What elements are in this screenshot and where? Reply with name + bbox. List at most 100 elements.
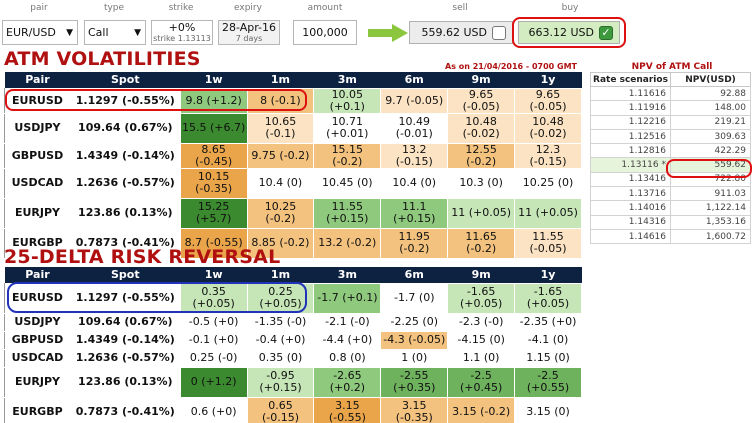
buy-label: buy	[561, 3, 579, 13]
npv-row: 1.12816 422.29	[590, 143, 751, 159]
npv-rate-cell: 1.14616	[590, 228, 671, 245]
npv-rate-cell: 1.13416	[590, 171, 671, 188]
table-row: EURGBP 0.7873 (-0.41%) 0.6 (+0) 0.65 (-0.15…	[4, 396, 582, 423]
value-cell: -0.4 (+0)	[246, 330, 315, 350]
value-cell: 11.55 (-0.05)	[514, 227, 582, 259]
expiry-value: 28-Apr-16	[221, 20, 277, 34]
npv-value-cell: 1,122.14	[670, 200, 751, 216]
value-cell: 13.2 (-0.2)	[313, 227, 382, 259]
atm-header-6m: 6m	[380, 72, 448, 88]
rr-header-1w: 1w	[180, 267, 248, 283]
strike-value: +0%	[168, 20, 196, 34]
atm-header-1w: 1w	[180, 72, 248, 88]
table-row: EURJPY 123.86 (0.13%) 0 (+1.2) -0.95 (+0.15…	[4, 366, 582, 398]
value-cell: 0.65 (-0.15)	[246, 396, 315, 423]
value-cell: 3.15 (0)	[514, 396, 582, 423]
sell-label: sell	[452, 3, 468, 13]
rr-header-6m: 6m	[380, 267, 448, 283]
value-cell: -0.5 (+0)	[179, 312, 248, 332]
atm-header-1y: 1y	[514, 72, 582, 88]
rr-header-spot: Spot	[70, 267, 181, 283]
value-cell: -4.15 (0)	[447, 330, 516, 350]
npv-row: 1.14016 1,122.14	[590, 200, 751, 216]
expiry-field[interactable]: 28-Apr-16 7 days	[218, 20, 280, 45]
amount-label: amount	[307, 3, 343, 13]
npv-title: NPV of ATM Call	[631, 62, 713, 72]
npv-value-cell: 1,600.72	[670, 228, 751, 245]
value-cell: 0.8 (0)	[313, 348, 382, 368]
npv-row: 1.12516 309.63	[590, 128, 751, 145]
npv-header-rate: Rate scenarios	[590, 72, 671, 87]
sell-price-box[interactable]: 559.62 USD	[409, 21, 513, 44]
npv-value-cell: 911.03	[670, 186, 751, 202]
npv-value-cell: 219.21	[670, 114, 751, 130]
npv-row: 1.14316 1,353.16	[590, 214, 751, 230]
pair-cell: USDJPY	[4, 112, 71, 144]
value-cell: 10.4 (0)	[246, 167, 315, 199]
value-cell: -4.1 (0)	[514, 330, 582, 350]
value-cell: 13.2 (-0.15)	[380, 142, 449, 169]
npv-rate-cell: 1.14316	[590, 214, 671, 230]
npv-value-cell: 422.29	[670, 143, 751, 159]
npv-row: 1.14616 1,600.72	[590, 228, 751, 245]
rr-header-1m: 1m	[247, 267, 314, 283]
value-cell: -2.5 (+0.45)	[447, 366, 516, 398]
atm-header-3m: 3m	[313, 72, 381, 88]
spot-cell: 109.64 (0.67%)	[69, 112, 181, 144]
value-cell: 1 (0)	[380, 348, 449, 368]
npv-rate-cell: 1.14016	[590, 200, 671, 216]
spot-cell: 109.64 (0.67%)	[69, 312, 181, 332]
npv-value-cell: 92.88	[670, 85, 751, 102]
npv-header-value: NPV(USD)	[670, 72, 751, 87]
sell-checkbox[interactable]	[492, 25, 506, 40]
amount-input[interactable]: 100,000	[293, 20, 357, 45]
npv-rate-cell: 1.11916	[590, 100, 671, 116]
value-cell: 15.5 (+6.7)	[179, 112, 248, 144]
eurusd-rr-highlight-oval	[7, 282, 307, 313]
value-cell: 9.7 (-0.05)	[380, 87, 449, 114]
rr-header-3m: 3m	[313, 267, 381, 283]
strike-sub: strike 1.13113	[153, 33, 211, 43]
value-cell: -2.5 (+0.55)	[514, 366, 582, 398]
sell-price: 559.62 USD	[421, 26, 488, 39]
spot-cell: 1.2636 (-0.57%)	[69, 348, 181, 368]
expiry-sub: 7 days	[235, 33, 263, 43]
npv-row: 1.11916 148.00	[590, 100, 751, 116]
value-cell: -2.3 (-0)	[447, 312, 516, 332]
pair-cell: EURGBP	[4, 396, 71, 423]
table-row: GBPUSD 1.4349 (-0.14%) -0.1 (+0) -0.4 (+0) -…	[4, 330, 582, 350]
value-cell: 9.75 (-0.2)	[246, 142, 315, 169]
value-cell: 11 (+0.05)	[447, 197, 516, 229]
strike-label: strike	[168, 3, 194, 13]
pair-select[interactable]: EUR/USD ▼	[2, 20, 78, 45]
pair-cell: GBPUSD	[4, 142, 71, 169]
chevron-down-icon: ▼	[66, 27, 73, 38]
pair-cell: GBPUSD	[4, 330, 71, 350]
value-cell: 10.65 (-0.1)	[246, 112, 315, 144]
value-cell: 10.3 (0)	[447, 167, 516, 199]
risk-reversal-title: 25-DELTA RISK REVERSAL	[4, 246, 281, 268]
value-cell: -2.1 (-0)	[313, 312, 382, 332]
npv-value-cell: 1,353.16	[670, 214, 751, 230]
table-row: GBPUSD 1.4349 (-0.14%) 8.65 (-0.45) 9.75 (-…	[4, 142, 582, 169]
npv-rate-cell: 1.12216	[590, 114, 671, 130]
spot-cell: 1.2636 (-0.57%)	[69, 167, 181, 199]
value-cell: -2.65 (+0.2)	[313, 366, 382, 398]
spot-cell: 0.7873 (-0.41%)	[69, 396, 181, 423]
npv-rate-cell: 1.12816	[590, 143, 671, 159]
value-cell: 1.15 (0)	[514, 348, 582, 368]
value-cell: 8.65 (-0.45)	[179, 142, 248, 169]
value-cell: 15.25 (+5.7)	[179, 197, 248, 229]
npv-rate-cell: 1.11616	[590, 85, 671, 102]
type-select[interactable]: Call ▼	[84, 20, 146, 45]
table-row: USDJPY 109.64 (0.67%) -0.5 (+0) -1.35 (-0) -…	[4, 312, 582, 332]
value-cell: 10.48 (-0.02)	[447, 112, 516, 144]
value-cell: 0.25 (-0)	[179, 348, 248, 368]
npv-rate-cell: 1.12516	[590, 128, 671, 145]
value-cell: 10.45 (0)	[313, 167, 382, 199]
value-cell: 11.55 (+0.15)	[313, 197, 382, 229]
pair-cell: USDCAD	[4, 167, 71, 199]
strike-field[interactable]: +0% strike 1.13113	[151, 20, 213, 45]
npv-rate-cell: 1.13116 *	[590, 157, 671, 173]
type-select-value: Call	[88, 26, 109, 39]
